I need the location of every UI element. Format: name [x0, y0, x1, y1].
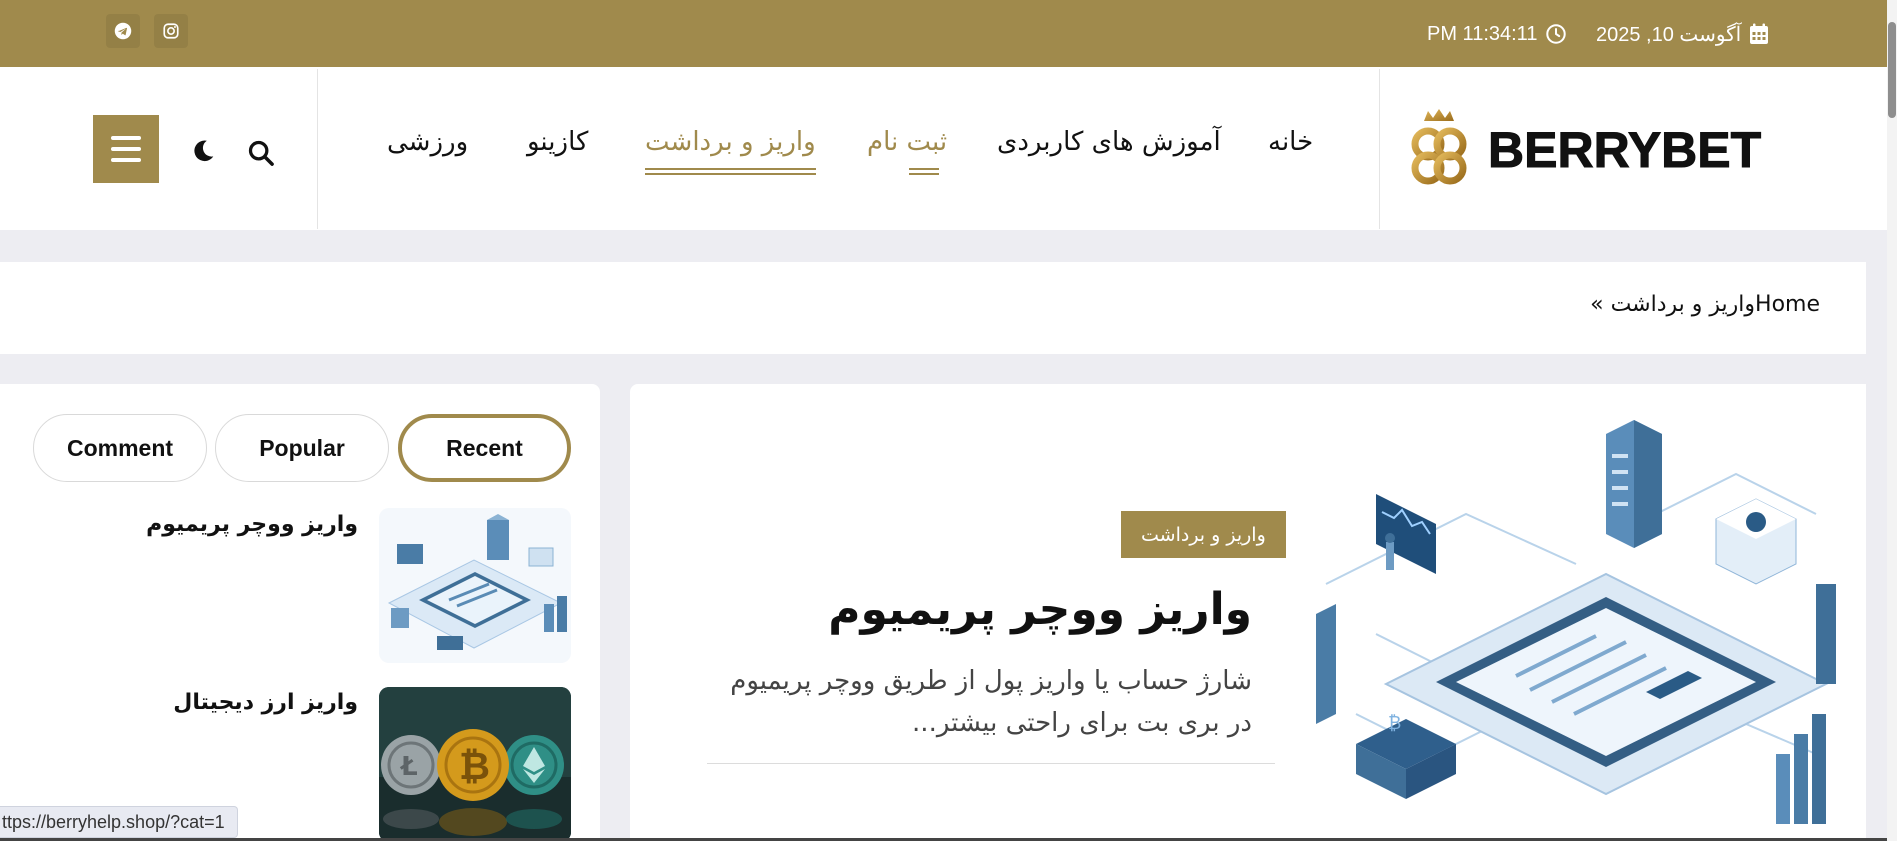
- moon-icon[interactable]: [190, 138, 216, 168]
- tab-comment[interactable]: Comment: [33, 414, 207, 482]
- site-logo[interactable]: BERRYBET: [1402, 107, 1762, 193]
- nav-label: ورزشی: [387, 127, 469, 157]
- nav-underline: [645, 168, 816, 170]
- nav-item-home[interactable]: خانه: [1268, 127, 1313, 167]
- nav-item-tutorials[interactable]: آموزش های کاربردی: [997, 127, 1221, 167]
- breadcrumb[interactable]: « واریز و برداشتHome: [1590, 292, 1820, 317]
- nav-underline: [645, 173, 816, 175]
- nav-item-sports[interactable]: ورزشی: [387, 127, 468, 167]
- post-title[interactable]: واریز ووچر پریمیوم: [146, 512, 358, 537]
- hamburger-line: [111, 158, 141, 162]
- hamburger-menu-button[interactable]: [93, 115, 159, 183]
- instagram-icon[interactable]: [154, 14, 188, 48]
- clock-icon: [1546, 24, 1567, 44]
- nav-item-deposit-withdraw[interactable]: واریز و برداشت: [645, 127, 816, 175]
- tab-popular[interactable]: Popular: [215, 414, 389, 482]
- post-title[interactable]: واریز ارز دیجیتال: [173, 690, 358, 715]
- nav-underline: [909, 168, 939, 170]
- current-date: آگوست 10, 2025: [1596, 22, 1769, 46]
- tab-recent[interactable]: Recent: [398, 414, 571, 482]
- scrollbar-thumb[interactable]: [1888, 22, 1896, 118]
- telegram-icon[interactable]: [106, 14, 140, 48]
- post-featured-image[interactable]: ₿: [1316, 414, 1836, 841]
- nav-item-casino[interactable]: کازینو: [527, 127, 588, 167]
- status-url-text: ttps://berryhelp.shop/?cat=1: [2, 811, 225, 832]
- site-header: ورزشی کازینو واریز و برداشت ثبت نام آموز…: [0, 67, 1887, 230]
- tab-label: Recent: [446, 434, 523, 461]
- category-badge[interactable]: واریز و برداشت: [1121, 511, 1286, 558]
- page-scrollbar[interactable]: [1887, 0, 1897, 841]
- breadcrumb-bar: « واریز و برداشتHome: [0, 262, 1866, 354]
- nav-label: خانه: [1268, 127, 1314, 157]
- nav-label: ثبت نام: [867, 127, 948, 157]
- nav-label: واریز و برداشت: [645, 127, 816, 157]
- logo-emblem-icon: [1411, 109, 1467, 185]
- current-time: PM 11:34:11: [1427, 22, 1567, 46]
- nav-underline: [909, 173, 939, 175]
- header-divider: [317, 69, 318, 229]
- tab-label: Comment: [66, 434, 174, 461]
- nav-label: کازینو: [527, 127, 589, 157]
- time-text: PM 11:34:11: [1427, 22, 1538, 45]
- hamburger-line: [111, 147, 141, 151]
- tab-label: Popular: [259, 434, 345, 461]
- top-bar: PM 11:34:11 آگوست 10, 2025: [0, 0, 1887, 67]
- nav-label: آموزش های کاربردی: [997, 127, 1221, 157]
- post-title[interactable]: واریز ووچر پریمیوم: [828, 584, 1252, 635]
- post-thumbnail[interactable]: Ł ₿: [379, 687, 571, 841]
- calendar-icon: [1750, 23, 1769, 44]
- search-icon[interactable]: [247, 139, 275, 171]
- header-divider: [1379, 69, 1380, 229]
- svg-text:Ł: Ł: [399, 752, 418, 782]
- svg-text:₿: ₿: [1388, 713, 1401, 734]
- date-text: آگوست 10, 2025: [1596, 23, 1742, 46]
- logo-text: BERRYBET: [1487, 122, 1762, 179]
- svg-text:₿: ₿: [459, 744, 490, 788]
- hamburger-line: [111, 136, 141, 140]
- post-excerpt: شارژ حساب یا واریز پول از طریق ووچر پریم…: [730, 666, 1252, 738]
- featured-post-card: واریز و برداشت واریز ووچر پریمیوم شارژ ح…: [630, 384, 1866, 841]
- sidebar-widget: Comment Popular Recent واریز ووچر پریمیو…: [0, 384, 600, 841]
- status-url-tooltip: ttps://berryhelp.shop/?cat=1: [0, 806, 238, 838]
- post-thumbnail[interactable]: [379, 508, 571, 663]
- nav-item-register[interactable]: ثبت نام: [867, 127, 948, 175]
- divider: [707, 763, 1275, 764]
